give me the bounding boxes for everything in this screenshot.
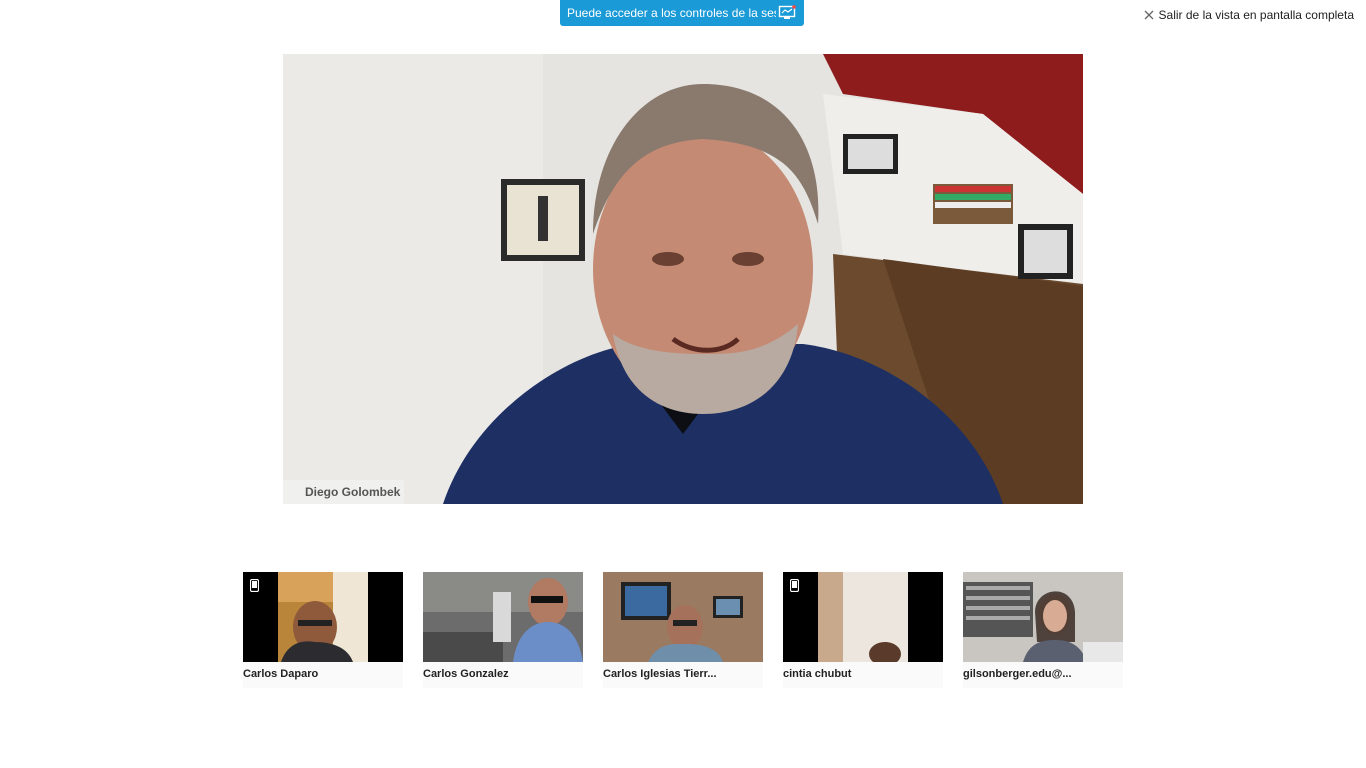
participant-name: Carlos Daparo [243,662,403,688]
participant-tile[interactable]: gilsonberger.edu@... [963,572,1123,688]
participant-video [423,572,583,662]
participant-video-frame [243,572,403,662]
main-speaker-video[interactable]: Diego Golombek [283,54,1083,504]
participant-video-frame [963,572,1123,662]
exit-fullscreen-label: Salir de la vista en pantalla completa [1158,8,1354,22]
participant-video-frame [783,572,943,662]
meeting-fullscreen-view: Puede acceder a los controles de la ses.… [0,0,1366,768]
participant-name: Carlos Iglesias Tierr... [603,662,763,688]
screen-share-icon[interactable] [776,4,798,22]
participant-tile[interactable]: Carlos Daparo [243,572,403,688]
participant-name: cintia chubut [783,662,943,688]
speaker-video-frame [283,54,1083,504]
participant-name: Carlos Gonzalez [423,662,583,688]
participant-video [603,572,763,662]
mobile-device-icon [790,579,799,592]
participant-video-frame [603,572,763,662]
session-controls-banner[interactable]: Puede acceder a los controles de la ses.… [560,0,804,26]
speaker-name-label: Diego Golombek [283,480,405,504]
participant-tile[interactable]: Carlos Iglesias Tierr... [603,572,763,688]
banner-text: Puede acceder a los controles de la ses.… [567,6,776,20]
participant-name: gilsonberger.edu@... [963,662,1123,688]
participant-video [963,572,1123,662]
participant-video-frame [423,572,583,662]
participant-strip: Carlos Daparo Carlos Gonzalez Carlos Igl… [243,572,1123,688]
participant-video [243,572,403,662]
close-icon [1144,10,1154,20]
participant-video [783,572,943,662]
mobile-device-icon [250,579,259,592]
participant-tile[interactable]: Carlos Gonzalez [423,572,583,688]
exit-fullscreen-button[interactable]: Salir de la vista en pantalla completa [1139,5,1358,25]
participant-tile[interactable]: cintia chubut [783,572,943,688]
